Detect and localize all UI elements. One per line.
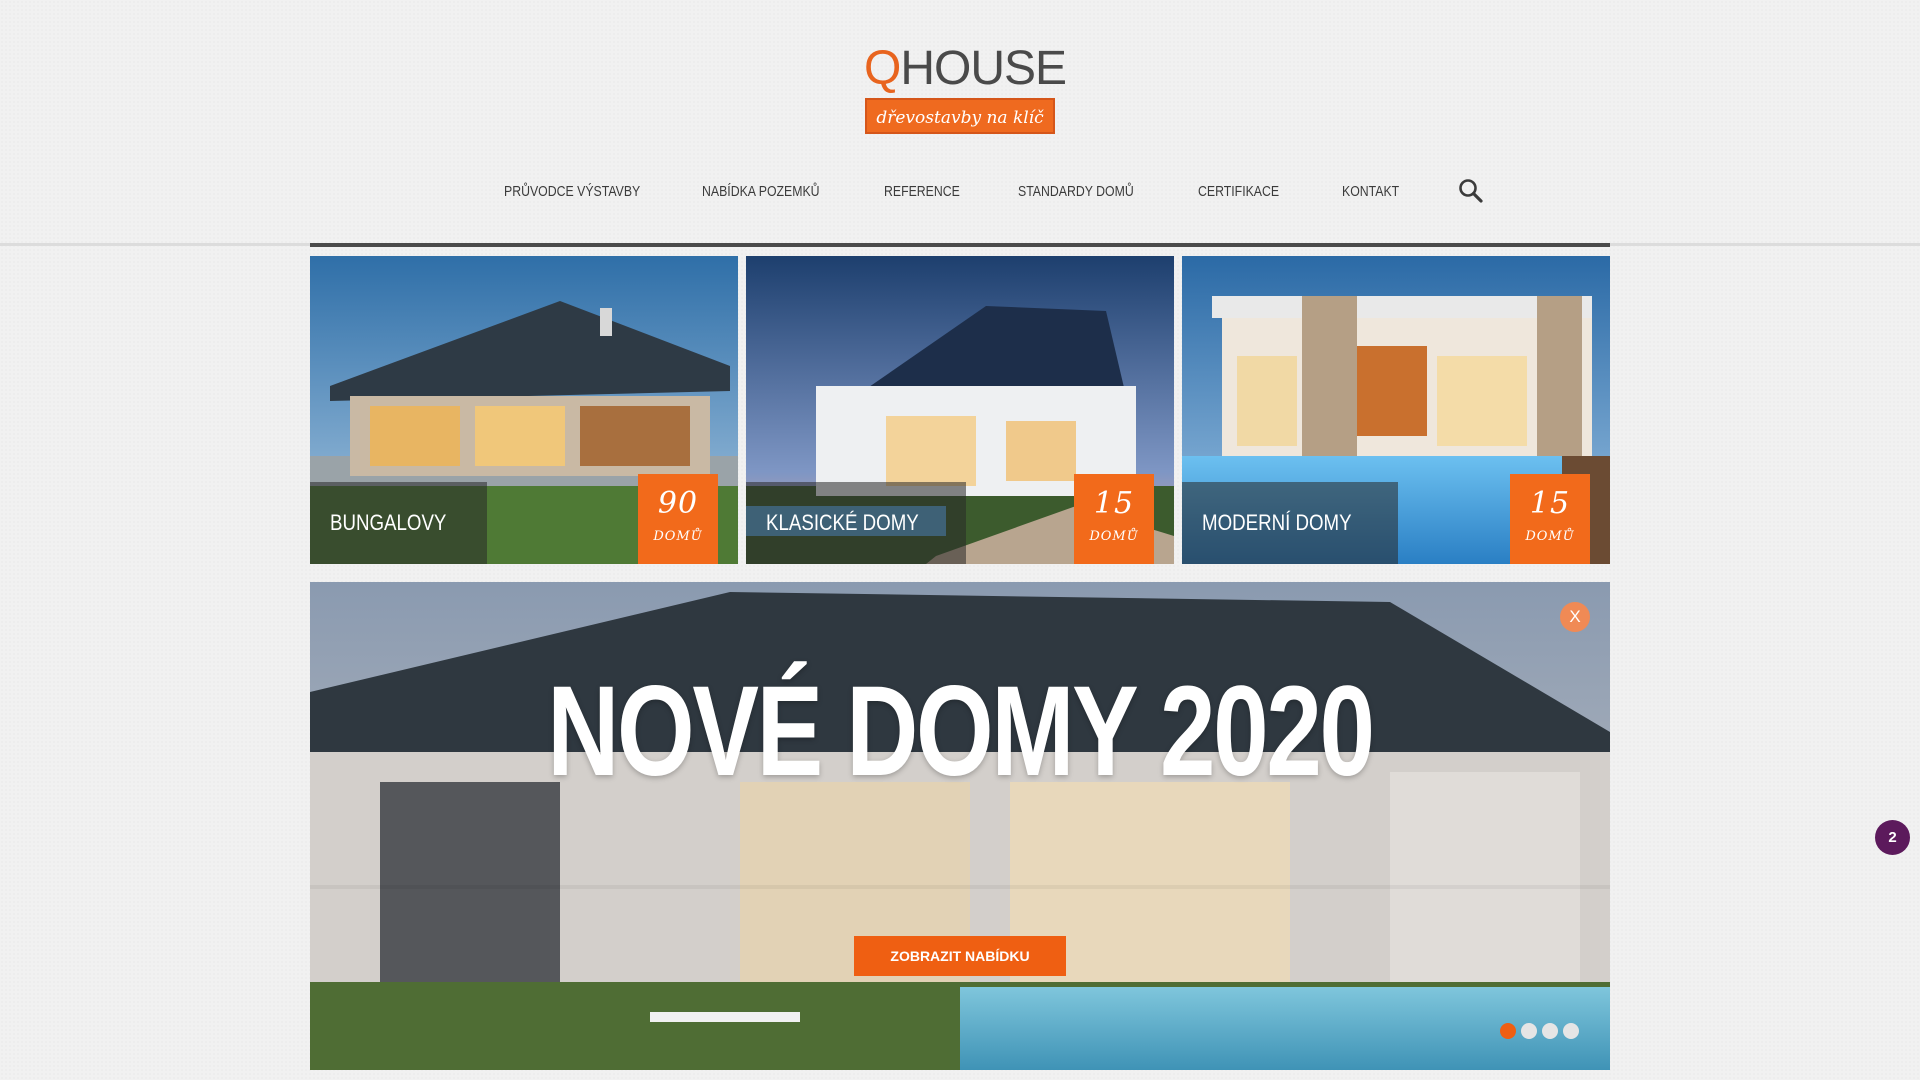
category-label: KLASICKÉ DOMY bbox=[746, 482, 966, 564]
slider-dot-1[interactable] bbox=[1500, 1023, 1516, 1039]
nav-item-kontakt[interactable]: KONTAKT bbox=[1342, 176, 1399, 208]
main-navigation: PRŮVODCE VÝSTAVBY NABÍDKA POZEMKŮ REFERE… bbox=[0, 176, 1920, 212]
slider-dot-3[interactable] bbox=[1542, 1023, 1558, 1039]
category-tile-bungalovy[interactable]: BUNGALOVY 90 DOMŮ bbox=[310, 256, 738, 564]
chat-notification-badge[interactable]: 2 bbox=[1875, 820, 1910, 855]
house-count-badge: 90 DOMŮ bbox=[638, 474, 718, 564]
category-tile-klasicke-domy[interactable]: KLASICKÉ DOMY 15 DOMŮ bbox=[746, 256, 1174, 564]
site-logo[interactable]: QHOUSE dřevostavby na klíč bbox=[864, 42, 1067, 134]
hero-title: NOVÉ DOMY 2020 bbox=[547, 660, 1375, 803]
nav-item-standardy-domu[interactable]: STANDARDY DOMŮ bbox=[1018, 176, 1134, 208]
nav-item-certifikace[interactable]: CERTIFIKACE bbox=[1198, 176, 1279, 208]
hero-house-photo bbox=[310, 582, 1610, 1070]
category-label: MODERNÍ DOMY bbox=[1182, 482, 1398, 564]
house-count-badge: 15 DOMŮ bbox=[1510, 474, 1590, 564]
slider-dot-2[interactable] bbox=[1521, 1023, 1537, 1039]
logo-wordmark: QHOUSE bbox=[864, 42, 1067, 95]
category-label: BUNGALOVY bbox=[310, 482, 487, 564]
hero-slider: NOVÉ DOMY 2020 ZOBRAZIT NABÍDKU X bbox=[310, 582, 1610, 1070]
category-tile-moderni-domy[interactable]: MODERNÍ DOMY 15 DOMŮ bbox=[1182, 256, 1610, 564]
page: QHOUSE dřevostavby na klíč PRŮVODCE VÝST… bbox=[0, 0, 1920, 1080]
nav-item-nabidka-pozemku[interactable]: NABÍDKA POZEMKŮ bbox=[702, 176, 820, 208]
house-count-badge: 15 DOMŮ bbox=[1074, 474, 1154, 564]
show-offer-button[interactable]: ZOBRAZIT NABÍDKU bbox=[854, 936, 1066, 976]
slider-dot-4[interactable] bbox=[1563, 1023, 1579, 1039]
nav-item-reference[interactable]: REFERENCE bbox=[884, 176, 960, 208]
search-icon[interactable] bbox=[1456, 176, 1486, 206]
nav-item-pruvodce-vystavby[interactable]: PRŮVODCE VÝSTAVBY bbox=[504, 176, 640, 208]
content-top-bar bbox=[310, 243, 1610, 247]
close-banner-button[interactable]: X bbox=[1560, 602, 1590, 632]
logo-tagline: dřevostavby na klíč bbox=[865, 98, 1055, 134]
